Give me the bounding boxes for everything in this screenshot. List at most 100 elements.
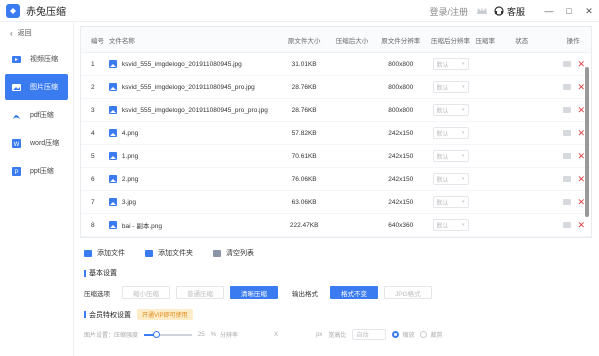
resolution-select[interactable]: 默认 ▾ — [432, 219, 469, 231]
aspect-value: 自动 — [356, 333, 369, 339]
login-link[interactable]: 登录/注册 — [429, 5, 468, 18]
minimize-button[interactable]: — — [539, 0, 559, 22]
section-bar — [84, 311, 86, 318]
app-title: 赤兔压缩 — [26, 7, 66, 18]
mode-clear-button[interactable]: 清晰压缩 — [230, 286, 278, 299]
delete-icon[interactable]: ✕ — [577, 198, 585, 207]
maximize-button[interactable]: □ — [559, 0, 579, 22]
table-row[interactable]: 3 ksvid_555_imgdelogo_201911080945_pro_p… — [81, 99, 591, 122]
chevron-down-icon: ▾ — [462, 222, 465, 228]
resolution-select-value: 默认 — [436, 108, 449, 115]
image-file-icon — [108, 83, 117, 91]
delete-icon[interactable]: ✕ — [577, 175, 585, 184]
filename-text: 2.png — [121, 175, 139, 183]
row-resolution: 800x800 — [388, 60, 414, 68]
mode-label: 压缩选项 — [84, 290, 110, 298]
format-jpg-button[interactable]: JPG格式 — [384, 286, 432, 299]
delete-icon[interactable]: ✕ — [577, 106, 585, 115]
row-filename: 1.png — [108, 152, 280, 160]
delete-icon[interactable]: ✕ — [577, 221, 585, 230]
open-folder-icon[interactable] — [563, 199, 572, 205]
slider-knob[interactable] — [153, 330, 161, 338]
resolution-select[interactable]: 默认 ▾ — [432, 58, 469, 70]
row-filename: ksvid_555_imgdelogo_201911080945_pro.jpg — [108, 83, 280, 91]
format-keep-button[interactable]: 格式不变 — [330, 286, 378, 299]
strength-slider[interactable] — [144, 330, 193, 338]
sidebar-item-label: ppt压缩 — [30, 168, 54, 175]
table-row[interactable]: 7 3.jpg 63.06KB 242x150 默认 ▾ ✕ — [81, 191, 591, 214]
resolution-select[interactable]: 默认 ▾ — [432, 196, 469, 208]
row-number: 4 — [91, 129, 95, 137]
vip-badge[interactable]: 开通VIP即可使用 — [137, 309, 193, 320]
title-bar: 赤兔压缩 登录/注册 客服 — □ ✕ — [0, 0, 599, 22]
chevron-down-icon: ▾ — [462, 199, 465, 205]
resolution-select[interactable]: 默认 ▾ — [432, 127, 469, 139]
mode-normal-button[interactable]: 普通压缩 — [176, 286, 224, 299]
strength-value: 25 — [198, 331, 205, 338]
sidebar-item-image[interactable]: 图片压缩 — [5, 74, 68, 100]
row-number: 7 — [91, 198, 95, 206]
row-compressed-resolution: 默认 ▾ — [426, 150, 476, 162]
scale-radio[interactable] — [392, 331, 400, 338]
sidebar-item-label: word压缩 — [30, 140, 60, 147]
resolution-select[interactable]: 默认 ▾ — [432, 104, 469, 116]
table-row[interactable]: 2 ksvid_555_imgdelogo_201911080945_pro.j… — [81, 76, 591, 99]
member-settings-row: 图片设置：压缩强度 25 % 分辨率 X px 宽高比 自动 缩放 裁剪 — [84, 329, 442, 340]
table-scrollbar[interactable] — [585, 67, 589, 217]
open-folder-icon[interactable] — [563, 130, 572, 136]
open-folder-icon[interactable] — [563, 176, 572, 182]
sidebar-item-video[interactable]: 视频压缩 — [5, 46, 68, 72]
chevron-left-icon: ‹ — [10, 28, 13, 38]
open-folder-icon[interactable] — [563, 107, 572, 113]
sidebar-item-ppt[interactable]: P ppt压缩 — [5, 158, 68, 184]
open-folder-icon[interactable] — [563, 61, 572, 67]
filename-text: ksvid_555_imgdelogo_201911080945_pro_pro… — [121, 106, 268, 114]
table-row[interactable]: 6 2.png 76.06KB 242x150 默认 ▾ ✕ — [81, 168, 591, 191]
back-button[interactable]: ‹ 返回 — [0, 22, 73, 44]
row-compressed-resolution: 默认 ▾ — [426, 58, 476, 70]
row-compressed-resolution: 默认 ▾ — [426, 196, 476, 208]
clear-list-label: 清空列表 — [226, 250, 254, 257]
col-size: 原文件大小 — [287, 37, 321, 45]
resolution-select-value: 默认 — [436, 223, 449, 230]
filename-text: 3.jpg — [121, 198, 137, 206]
row-resolution: 800x800 — [388, 106, 414, 114]
row-resolution: 800x800 — [388, 83, 414, 91]
mode-shrink-button[interactable]: 缩小压缩 — [122, 286, 170, 299]
table-row[interactable]: 4 4.png 57.82KB 242x150 默认 ▾ ✕ — [81, 122, 591, 145]
col-compressed-resolution: 压缩后分辨率 — [431, 37, 471, 45]
open-folder-icon[interactable] — [563, 153, 572, 159]
resolution-select[interactable]: 默认 ▾ — [432, 173, 469, 185]
resolution-select[interactable]: 默认 ▾ — [432, 81, 469, 93]
open-folder-icon[interactable] — [563, 222, 572, 228]
delete-icon[interactable]: ✕ — [577, 60, 585, 69]
open-folder-icon[interactable] — [563, 84, 572, 90]
sidebar-item-pdf[interactable]: pdf压缩 — [5, 102, 68, 128]
filename-text: bai - 副本.png — [121, 223, 163, 230]
resolution-select[interactable]: 默认 ▾ — [432, 150, 469, 162]
add-folder-button[interactable]: 添加文件夹 — [145, 248, 193, 258]
add-file-button[interactable]: 添加文件 — [84, 248, 125, 258]
chevron-down-icon: ▾ — [462, 130, 465, 136]
image-icon — [11, 82, 22, 93]
chevron-down-icon: ▾ — [462, 84, 465, 90]
folder-icon — [145, 249, 153, 257]
close-button[interactable]: ✕ — [579, 0, 599, 22]
clear-list-button[interactable]: 清空列表 — [213, 248, 254, 258]
crown-icon[interactable] — [476, 5, 488, 17]
table-row[interactable]: 5 1.png 70.61KB 242x150 默认 ▾ ✕ — [81, 145, 591, 168]
row-size: 28.76KB — [291, 106, 317, 114]
delete-icon[interactable]: ✕ — [577, 152, 585, 161]
row-size: 222.47KB — [289, 221, 319, 229]
sidebar-item-word[interactable]: W word压缩 — [5, 130, 68, 156]
crop-radio[interactable] — [420, 331, 428, 338]
service-button[interactable]: 客服 — [494, 5, 525, 18]
delete-icon[interactable]: ✕ — [577, 83, 585, 92]
chevron-down-icon: ▾ — [462, 107, 465, 113]
ppt-icon: P — [11, 166, 22, 177]
compression-settings-row: 压缩选项 缩小压缩 普通压缩 清晰压缩 输出格式 格式不变 JPG格式 — [84, 286, 438, 299]
table-row[interactable]: 1 ksvid_555_imgdelogo_201911080945.jpg 3… — [81, 53, 591, 76]
delete-icon[interactable]: ✕ — [577, 129, 585, 138]
table-row[interactable]: 8 bai - 副本.png 222.47KB 640x360 默认 ▾ ✕ — [81, 214, 591, 237]
aspect-select[interactable]: 自动 — [352, 329, 387, 340]
